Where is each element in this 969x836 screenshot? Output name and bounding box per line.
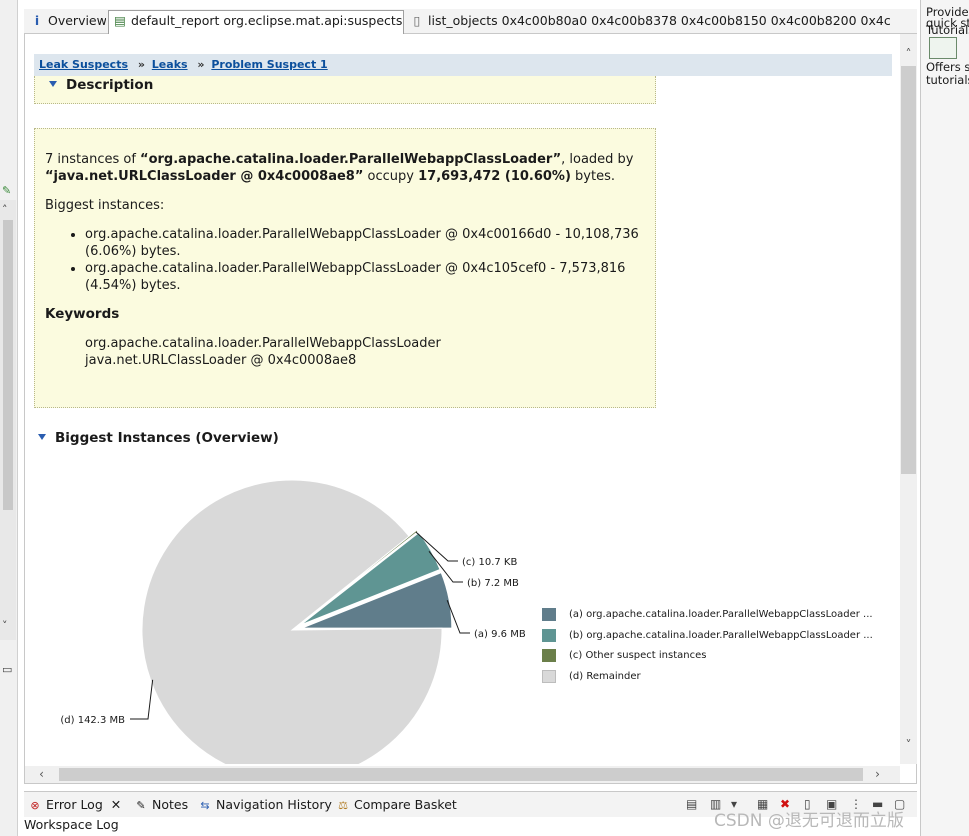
section-title: Biggest Instances (Overview) [55, 430, 279, 446]
legend-label: (a) org.apache.catalina.loader.ParallelW… [569, 609, 873, 620]
instance-list: org.apache.catalina.loader.ParallelWebap… [85, 226, 645, 294]
tab-label: Overview [48, 13, 106, 28]
legend-label: (b) org.apache.catalina.loader.ParallelW… [569, 629, 873, 641]
tab-error-log[interactable]: ⊗ Error Log ✕ [28, 796, 121, 815]
error-log-icon: ⊗ [30, 799, 40, 812]
collapse-triangle-icon[interactable] [49, 81, 57, 87]
document-icon: ▯ [413, 13, 421, 28]
breadcrumb-leaks[interactable]: Leaks [152, 58, 188, 71]
left-panel-strip: ✎ ˄ ˅ ▭ [0, 0, 18, 836]
biggest-instances-label: Biggest instances: [45, 198, 165, 213]
tab-label: Notes [152, 797, 189, 812]
scroll-left-arrow-icon[interactable]: ‹ [33, 768, 50, 780]
summary-text-part: 7 instances of [45, 152, 141, 167]
minimize-view-icon[interactable]: ▭ [2, 664, 12, 676]
scroll-right-arrow-icon[interactable]: › [869, 768, 886, 780]
help-description: tutorials [926, 73, 969, 87]
breadcrumb-separator: » [197, 58, 205, 71]
summary-text: 7 instances of “org.apache.catalina.load… [45, 151, 645, 185]
legend-label: (d) Remainder [569, 670, 641, 682]
scroll-down-arrow-icon[interactable]: ˅ [2, 620, 8, 632]
watermark: CSDN @退无可退而立版 [714, 811, 904, 831]
pie-data-label-c: (c) 10.7 KB [462, 557, 517, 568]
breadcrumb: Leak Suspects » Leaks » Problem Suspect … [34, 54, 892, 76]
list-item: org.apache.catalina.loader.ParallelWebap… [85, 226, 645, 260]
close-icon[interactable]: ✕ [111, 797, 121, 812]
editor-tab-bar: i Overview ▤ default_report org.eclipse.ma… [24, 9, 917, 34]
summary-text-part: bytes. [570, 169, 615, 184]
legend-swatch [542, 669, 556, 683]
tab-label: Navigation History [216, 797, 332, 812]
legend-swatch [542, 649, 556, 662]
tab-default-report[interactable]: ▤ default_report org.eclipse.mat.api:susp… [108, 10, 404, 34]
summary-text-part: occupy [363, 169, 419, 184]
legend-label: (c) Other suspect instances [569, 650, 707, 661]
report-icon: ▤ [114, 13, 126, 28]
report-editor: Leak Suspects » Leaks » Problem Suspect … [24, 34, 917, 784]
vertical-scrollbar[interactable]: ˄ ˅ [900, 34, 917, 764]
tab-notes[interactable]: ✎ Notes [134, 796, 188, 815]
tab-label: Compare Basket [354, 797, 457, 812]
tab-navigation-history[interactable]: ⇆ Navigation History [198, 796, 332, 815]
horizontal-scrollbar-thumb[interactable] [59, 768, 863, 781]
export-log-icon[interactable]: ▤ [686, 797, 697, 811]
left-scrollbar[interactable]: ˄ ˅ [0, 200, 16, 640]
horizontal-scrollbar[interactable]: ‹ › [25, 766, 900, 783]
keyword-item: org.apache.catalina.loader.ParallelWebap… [85, 336, 441, 351]
breadcrumb-problem-suspect-1[interactable]: Problem Suspect 1 [211, 58, 327, 71]
tab-list-objects[interactable]: ▯ list_objects 0x4c00b80a0 0x4c00b8378 0x… [406, 11, 890, 33]
scroll-down-arrow-icon[interactable]: ˅ [900, 739, 917, 751]
pie-data-label-b: (b) 7.2 MB [467, 578, 519, 589]
list-item: org.apache.catalina.loader.ParallelWebap… [85, 260, 645, 294]
collapse-triangle-icon[interactable] [38, 434, 46, 440]
tab-label: list_objects 0x4c00b80a0 0x4c00b8378 0x4… [428, 13, 890, 28]
description-section-toggle[interactable]: Description [49, 77, 153, 93]
keywords-title: Keywords [45, 306, 120, 322]
pie-data-label-a: (a) 9.6 MB [474, 629, 526, 640]
scroll-up-arrow-icon[interactable]: ˄ [900, 48, 917, 60]
tab-overview[interactable]: i Overview [26, 11, 106, 33]
navigation-history-icon: ⇆ [200, 799, 210, 812]
tab-label: default_report org.eclipse.mat.api:suspe… [131, 13, 403, 28]
breadcrumb-separator: » [137, 58, 145, 71]
biggest-instances-section-toggle[interactable]: Biggest Instances (Overview) [38, 430, 279, 446]
scroll-up-arrow-icon[interactable]: ˄ [2, 204, 8, 216]
description-box: 7 instances of “org.apache.catalina.load… [34, 128, 656, 408]
tab-compare-basket[interactable]: ⚖ Compare Basket [336, 796, 457, 815]
link-icon[interactable]: ✎ [2, 185, 11, 197]
suspect-class-name: “org.apache.catalina.loader.ParallelWeba… [140, 152, 562, 167]
tutorials-icon[interactable] [929, 37, 957, 59]
notes-icon: ✎ [136, 799, 146, 812]
section-title: Description [66, 77, 154, 93]
retained-size: 17,693,472 (10.60%) [418, 169, 571, 184]
tab-label: Error Log [46, 797, 103, 812]
help-title[interactable]: Tutorials [926, 24, 969, 37]
keyword-item: java.net.URLClassLoader @ 0x4c0008ae8 [85, 353, 357, 368]
vertical-scrollbar-thumb[interactable] [901, 66, 916, 474]
legend-swatch [542, 628, 556, 642]
cheat-sheet-panel: Provides quick sta Tutorials Offers so t… [920, 0, 969, 836]
workspace-log-label: Workspace Log [24, 817, 119, 832]
pie-leader-line-d [130, 679, 154, 720]
legend-swatch [542, 608, 556, 621]
pie-data-label-d: (d) 142.3 MB [60, 715, 125, 726]
class-loader-name: “java.net.URLClassLoader @ 0x4c0008ae8” [45, 169, 364, 184]
left-scrollbar-thumb[interactable] [3, 220, 13, 510]
compare-basket-icon: ⚖ [338, 799, 348, 812]
info-icon: i [34, 13, 40, 28]
summary-text-part: , loaded by [561, 152, 634, 167]
breadcrumb-leak-suspects[interactable]: Leak Suspects [39, 58, 128, 71]
